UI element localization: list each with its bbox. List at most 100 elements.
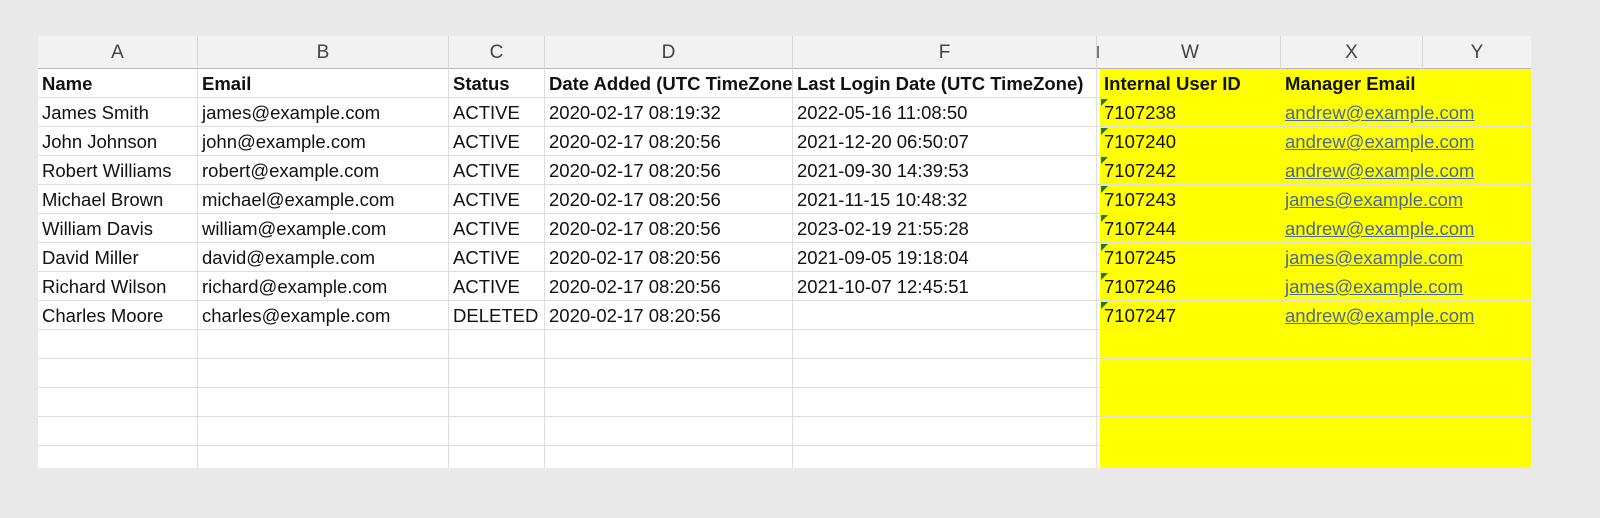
cell-last-login[interactable]: 2021-09-05 19:18:04 [793, 243, 1097, 272]
empty-cell[interactable] [1100, 359, 1281, 388]
cell-manager-email[interactable]: james@example.com [1281, 185, 1531, 214]
cell-email[interactable]: william@example.com [198, 214, 449, 243]
cell-status[interactable]: ACTIVE [449, 185, 545, 214]
cell-manager-email[interactable]: james@example.com [1281, 243, 1531, 272]
cell-date-added[interactable]: 2020-02-17 08:20:56 [545, 185, 793, 214]
column-header-x[interactable]: X [1281, 36, 1423, 69]
empty-cell[interactable] [449, 330, 545, 359]
empty-cell[interactable] [793, 359, 1097, 388]
cell-date-added[interactable]: 2020-02-17 08:20:56 [545, 301, 793, 330]
cell-manager-email[interactable]: andrew@example.com [1281, 98, 1531, 127]
cell-name[interactable]: Robert Williams [38, 156, 198, 185]
column-header-d[interactable]: D [545, 36, 793, 69]
cell-email[interactable]: james@example.com [198, 98, 449, 127]
cell-name[interactable]: John Johnson [38, 127, 198, 156]
header-cell-manager-email[interactable]: Manager Email [1281, 69, 1531, 98]
empty-cell[interactable] [1100, 330, 1281, 359]
cell-last-login[interactable]: 2021-11-15 10:48:32 [793, 185, 1097, 214]
empty-cell[interactable] [1100, 388, 1281, 417]
column-header-y[interactable]: Y [1423, 36, 1531, 69]
cell-status[interactable]: ACTIVE [449, 127, 545, 156]
empty-cell[interactable] [38, 330, 198, 359]
cell-email[interactable]: charles@example.com [198, 301, 449, 330]
cell-email[interactable]: michael@example.com [198, 185, 449, 214]
empty-cell[interactable] [38, 359, 198, 388]
empty-cell[interactable] [1100, 446, 1281, 468]
header-cell-email[interactable]: Email [198, 69, 449, 98]
cell-email[interactable]: john@example.com [198, 127, 449, 156]
empty-cell[interactable] [198, 388, 449, 417]
column-header-w[interactable]: W [1100, 36, 1281, 69]
empty-cell[interactable] [545, 388, 793, 417]
cell-date-added[interactable]: 2020-02-17 08:20:56 [545, 243, 793, 272]
cell-date-added[interactable]: 2020-02-17 08:20:56 [545, 272, 793, 301]
cell-internal-id[interactable]: 7107244 [1100, 214, 1281, 243]
empty-cell[interactable] [545, 359, 793, 388]
empty-cell[interactable] [1281, 388, 1531, 417]
cell-last-login[interactable]: 2023-02-19 21:55:28 [793, 214, 1097, 243]
hidden-columns-marker[interactable] [1097, 46, 1099, 58]
cell-last-login[interactable]: 2021-10-07 12:45:51 [793, 272, 1097, 301]
empty-cell[interactable] [449, 446, 545, 468]
cell-email[interactable]: richard@example.com [198, 272, 449, 301]
empty-cell[interactable] [545, 446, 793, 468]
empty-cell[interactable] [545, 417, 793, 446]
column-header-a[interactable]: A [38, 36, 198, 69]
empty-cell[interactable] [198, 330, 449, 359]
cell-internal-id[interactable]: 7107242 [1100, 156, 1281, 185]
empty-cell[interactable] [198, 446, 449, 468]
cell-name[interactable]: Michael Brown [38, 185, 198, 214]
empty-cell[interactable] [793, 417, 1097, 446]
cell-date-added[interactable]: 2020-02-17 08:20:56 [545, 214, 793, 243]
cell-name[interactable]: Charles Moore [38, 301, 198, 330]
cell-manager-email[interactable]: andrew@example.com [1281, 156, 1531, 185]
cell-last-login[interactable]: 2021-09-30 14:39:53 [793, 156, 1097, 185]
cell-name[interactable]: James Smith [38, 98, 198, 127]
cell-name[interactable]: Richard Wilson [38, 272, 198, 301]
cell-last-login[interactable]: 2021-12-20 06:50:07 [793, 127, 1097, 156]
cell-internal-id[interactable]: 7107246 [1100, 272, 1281, 301]
empty-cell[interactable] [449, 388, 545, 417]
empty-cell[interactable] [1100, 417, 1281, 446]
header-cell-last-login[interactable]: Last Login Date (UTC TimeZone) [793, 69, 1097, 98]
cell-manager-email[interactable]: andrew@example.com [1281, 301, 1531, 330]
empty-cell[interactable] [38, 417, 198, 446]
cell-internal-id[interactable]: 7107245 [1100, 243, 1281, 272]
cell-manager-email[interactable]: andrew@example.com [1281, 127, 1531, 156]
empty-cell[interactable] [449, 417, 545, 446]
header-cell-name[interactable]: Name [38, 69, 198, 98]
cell-name[interactable]: William Davis [38, 214, 198, 243]
cell-status[interactable]: ACTIVE [449, 98, 545, 127]
cell-date-added[interactable]: 2020-02-17 08:20:56 [545, 127, 793, 156]
empty-cell[interactable] [449, 359, 545, 388]
cell-date-added[interactable]: 2020-02-17 08:20:56 [545, 156, 793, 185]
empty-cell[interactable] [1281, 417, 1531, 446]
header-cell-status[interactable]: Status [449, 69, 545, 98]
empty-cell[interactable] [198, 359, 449, 388]
empty-cell[interactable] [545, 330, 793, 359]
cell-manager-email[interactable]: andrew@example.com [1281, 214, 1531, 243]
cell-manager-email[interactable]: james@example.com [1281, 272, 1531, 301]
empty-cell[interactable] [198, 417, 449, 446]
cell-last-login[interactable] [793, 301, 1097, 330]
cell-name[interactable]: David Miller [38, 243, 198, 272]
empty-cell[interactable] [793, 330, 1097, 359]
empty-cell[interactable] [38, 446, 198, 468]
column-header-f[interactable]: F [793, 36, 1097, 69]
cell-status[interactable]: DELETED [449, 301, 545, 330]
cell-internal-id[interactable]: 7107238 [1100, 98, 1281, 127]
empty-cell[interactable] [793, 388, 1097, 417]
column-header-b[interactable]: B [198, 36, 449, 69]
empty-cell[interactable] [793, 446, 1097, 468]
cell-email[interactable]: robert@example.com [198, 156, 449, 185]
empty-cell[interactable] [1281, 330, 1531, 359]
cell-internal-id[interactable]: 7107240 [1100, 127, 1281, 156]
empty-cell[interactable] [1281, 446, 1531, 468]
empty-cell[interactable] [38, 388, 198, 417]
cell-status[interactable]: ACTIVE [449, 214, 545, 243]
column-header-c[interactable]: C [449, 36, 545, 69]
cell-date-added[interactable]: 2020-02-17 08:19:32 [545, 98, 793, 127]
cell-internal-id[interactable]: 7107247 [1100, 301, 1281, 330]
header-cell-internal-id[interactable]: Internal User ID [1100, 69, 1281, 98]
cell-email[interactable]: david@example.com [198, 243, 449, 272]
